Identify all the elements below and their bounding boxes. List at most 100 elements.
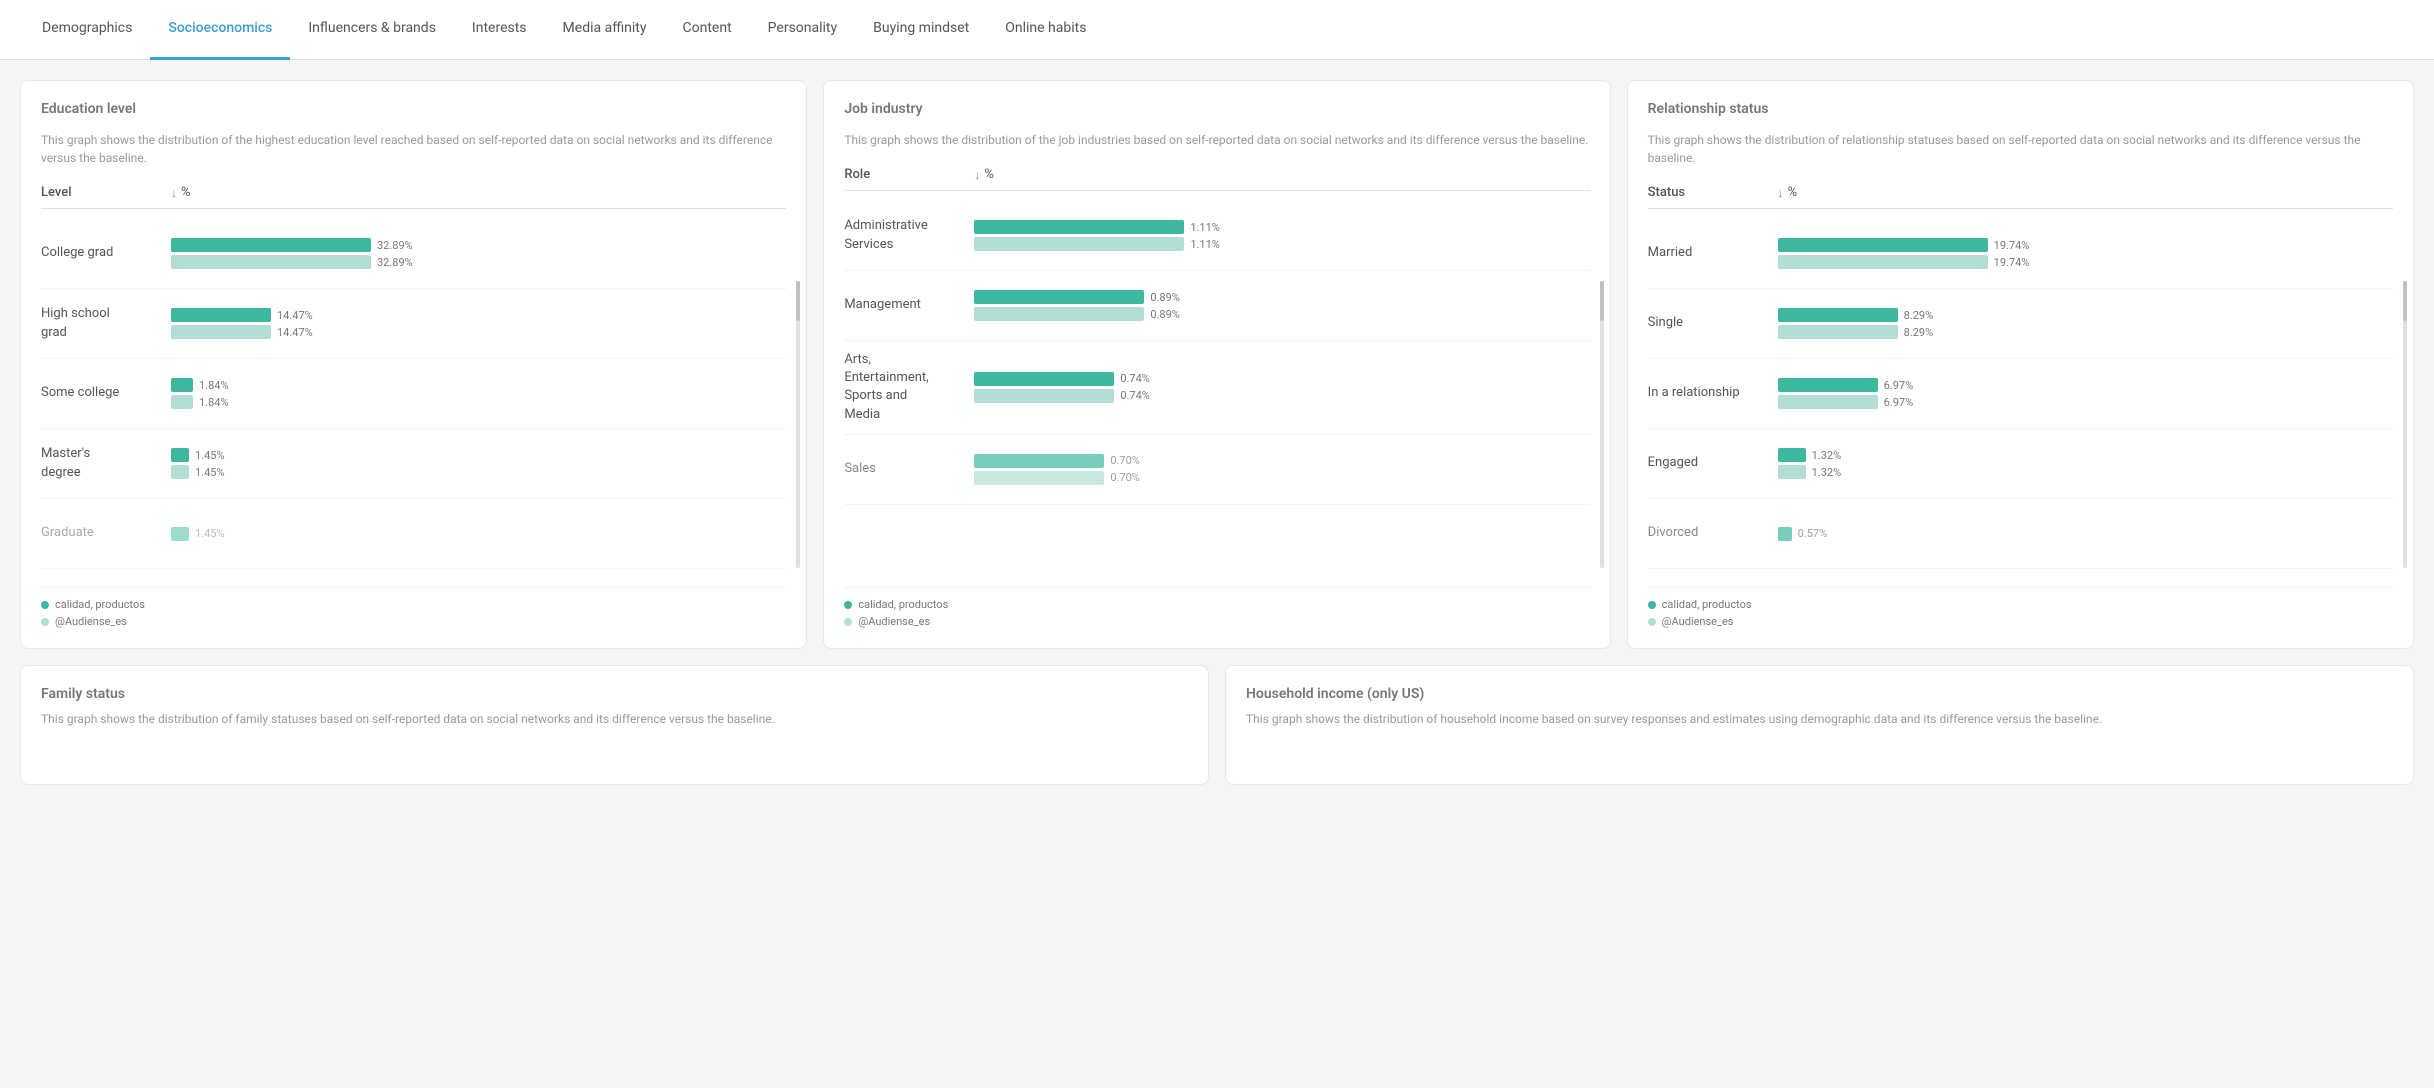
scroll-indicator[interactable] bbox=[1600, 281, 1604, 568]
relationship-col-sort[interactable]: ↓ % bbox=[1778, 185, 1798, 200]
legend-label-secondary: @Audiense_es bbox=[1662, 615, 1734, 628]
bar-value-secondary: 1.45% bbox=[195, 466, 225, 479]
bar-value-secondary: 1.32% bbox=[1812, 466, 1842, 479]
bar-row-secondary: 8.29% bbox=[1778, 325, 2393, 339]
bar-row-secondary: 0.74% bbox=[974, 389, 1589, 403]
bar-value-secondary: 0.70% bbox=[1110, 471, 1140, 484]
job-legend: calidad, productos @Audiense_es bbox=[844, 587, 1589, 628]
legend-dot-secondary bbox=[1648, 618, 1656, 626]
scroll-indicator[interactable] bbox=[2403, 281, 2407, 568]
bar-row-primary: 19.74% bbox=[1778, 238, 2393, 252]
nav-item-content[interactable]: Content bbox=[665, 0, 750, 60]
nav-item-media-affinity[interactable]: Media affinity bbox=[545, 0, 665, 60]
job-col-sort[interactable]: ↓ % bbox=[974, 167, 994, 182]
bar-row-primary: 0.89% bbox=[974, 290, 1589, 304]
bar-value-secondary: 6.97% bbox=[1884, 396, 1914, 409]
job-title: Job industry bbox=[844, 101, 1589, 117]
bar-value-secondary: 0.74% bbox=[1120, 389, 1150, 402]
scroll-indicator[interactable] bbox=[796, 281, 800, 568]
bar-value-primary: 0.70% bbox=[1110, 454, 1140, 467]
bar-secondary bbox=[974, 237, 1184, 251]
row-label: College grad bbox=[41, 244, 171, 262]
bar-row-secondary: 6.97% bbox=[1778, 395, 2393, 409]
bar-row-primary: 1.84% bbox=[171, 378, 786, 392]
bar-value-secondary: 0.89% bbox=[1150, 308, 1180, 321]
legend-item-secondary: @Audiense_es bbox=[41, 615, 786, 628]
table-row: Management 0.89% 0.89% bbox=[844, 271, 1589, 341]
education-table-header: Level ↓ % bbox=[41, 185, 786, 209]
bar-value-primary: 1.45% bbox=[195, 527, 225, 540]
bar-primary bbox=[171, 378, 193, 392]
bar-row-secondary: 19.74% bbox=[1778, 255, 2393, 269]
bar-row-primary: 0.74% bbox=[974, 372, 1589, 386]
bar-row-primary: 0.70% bbox=[974, 454, 1589, 468]
row-label: Single bbox=[1648, 314, 1778, 332]
job-col-label: Role bbox=[844, 167, 974, 182]
bar-primary bbox=[1778, 238, 1988, 252]
bar-primary bbox=[171, 238, 371, 252]
bar-group: 1.11% 1.11% bbox=[974, 220, 1589, 251]
bar-value-primary: 1.11% bbox=[1190, 221, 1220, 234]
nav-item-socioeconomics[interactable]: Socioeconomics bbox=[150, 0, 290, 60]
nav-item-personality[interactable]: Personality bbox=[750, 0, 855, 60]
table-row: Arts,Entertainment,Sports andMedia 0.74%… bbox=[844, 341, 1589, 435]
row-label: Management bbox=[844, 296, 974, 314]
bar-value-secondary: 8.29% bbox=[1904, 326, 1934, 339]
row-label: Divorced bbox=[1648, 524, 1778, 542]
education-card: Education level This graph shows the dis… bbox=[20, 80, 807, 649]
bar-secondary bbox=[171, 395, 193, 409]
bar-row-primary: 6.97% bbox=[1778, 378, 2393, 392]
legend-item-primary: calidad, productos bbox=[1648, 598, 2393, 611]
bar-value-primary: 6.97% bbox=[1884, 379, 1914, 392]
table-row: Engaged 1.32% 1.32% bbox=[1648, 429, 2393, 499]
bar-row-secondary: 1.84% bbox=[171, 395, 786, 409]
legend-label-primary: calidad, productos bbox=[1662, 598, 1752, 611]
education-col-sort[interactable]: ↓ % bbox=[171, 185, 191, 200]
legend-label-primary: calidad, productos bbox=[55, 598, 145, 611]
education-description: This graph shows the distribution of the… bbox=[41, 131, 786, 167]
bottom-cards-row: Family status This graph shows the distr… bbox=[20, 665, 2414, 785]
nav-item-interests[interactable]: Interests bbox=[454, 0, 545, 60]
bar-value-secondary: 19.74% bbox=[1994, 256, 2030, 269]
bar-value-primary: 0.57% bbox=[1798, 527, 1828, 540]
bar-row-primary: 1.11% bbox=[974, 220, 1589, 234]
table-row: Graduate 1.45% bbox=[41, 499, 786, 569]
bar-value-primary: 0.89% bbox=[1150, 291, 1180, 304]
nav-item-online-habits[interactable]: Online habits bbox=[987, 0, 1104, 60]
bar-group: 0.74% 0.74% bbox=[974, 372, 1589, 403]
bar-value-primary: 32.89% bbox=[377, 239, 413, 252]
row-label: High schoolgrad bbox=[41, 305, 171, 341]
household-title: Household income (only US) bbox=[1246, 686, 2393, 702]
bar-row-primary: 1.45% bbox=[171, 448, 786, 462]
bar-value-primary: 0.74% bbox=[1120, 372, 1150, 385]
legend-dot-primary bbox=[41, 601, 49, 609]
job-card: Job industry This graph shows the distri… bbox=[823, 80, 1610, 649]
education-title: Education level bbox=[41, 101, 786, 117]
bar-secondary bbox=[1778, 465, 1806, 479]
table-row: In a relationship 6.97% 6.97% bbox=[1648, 359, 2393, 429]
bar-primary bbox=[974, 220, 1184, 234]
sort-down-icon: ↓ bbox=[171, 186, 177, 200]
bar-primary bbox=[171, 527, 189, 541]
table-row: Master'sdegree 1.45% 1.45% bbox=[41, 429, 786, 499]
nav-item-demographics[interactable]: Demographics bbox=[24, 0, 150, 60]
bar-value-primary: 14.47% bbox=[277, 309, 313, 322]
nav-item-buying-mindset[interactable]: Buying mindset bbox=[855, 0, 987, 60]
bar-primary bbox=[1778, 308, 1898, 322]
bar-secondary bbox=[171, 255, 371, 269]
row-label: Arts,Entertainment,Sports andMedia bbox=[844, 351, 974, 424]
row-label: AdministrativeServices bbox=[844, 217, 974, 253]
bar-primary bbox=[974, 372, 1114, 386]
table-row: High schoolgrad 14.47% 14.47% bbox=[41, 289, 786, 359]
bar-row-primary: 1.32% bbox=[1778, 448, 2393, 462]
household-description: This graph shows the distribution of hou… bbox=[1246, 710, 2393, 728]
bar-group: 14.47% 14.47% bbox=[171, 308, 786, 339]
job-table-header: Role ↓ % bbox=[844, 167, 1589, 191]
job-description: This graph shows the distribution of the… bbox=[844, 131, 1589, 149]
bar-primary bbox=[171, 448, 189, 462]
bar-group: 1.45% 1.45% bbox=[171, 448, 786, 479]
row-label: Some college bbox=[41, 384, 171, 402]
bar-row-primary: 8.29% bbox=[1778, 308, 2393, 322]
bar-row-primary: 0.57% bbox=[1778, 527, 2393, 541]
nav-item-influencers[interactable]: Influencers & brands bbox=[290, 0, 454, 60]
